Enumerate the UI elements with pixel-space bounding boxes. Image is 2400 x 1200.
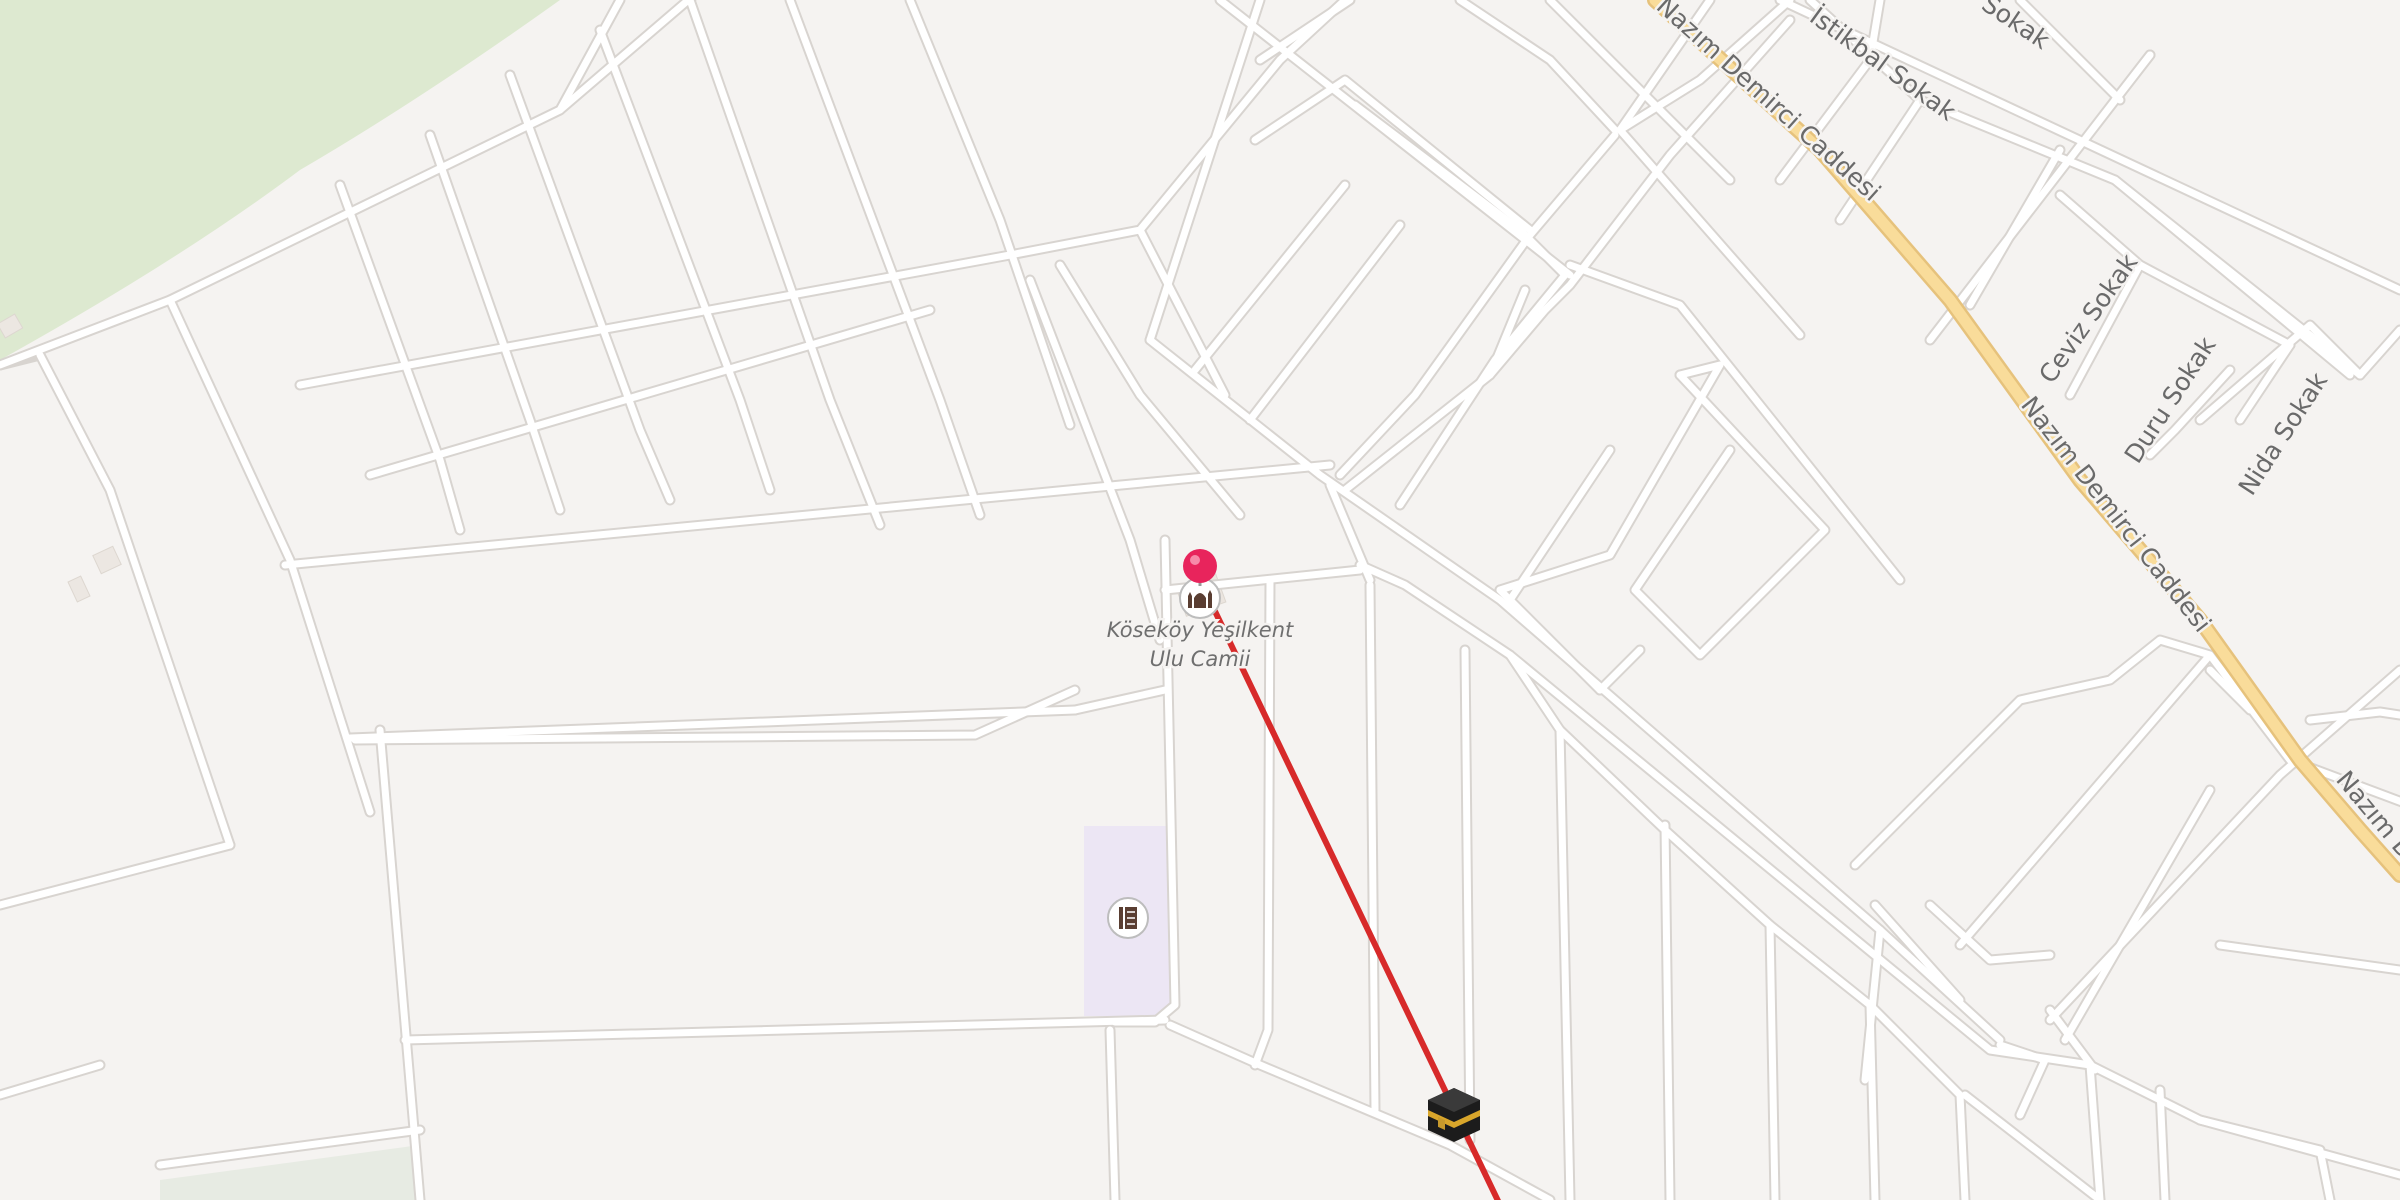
road-segment[interactable] [1661, 821, 1674, 1200]
poi-label-line2: Ulu Camii [1150, 647, 1251, 671]
road-segment[interactable] [2156, 1086, 2169, 1200]
school-icon[interactable] [1107, 897, 1149, 939]
map-view[interactable]: Nazım Demirci Caddesi Nazım Demirci Cadd… [0, 0, 2400, 1200]
road-segment[interactable] [1461, 646, 1474, 1144]
poi-label-line1: Köseköy Yeşilkent [1107, 618, 1294, 642]
road-segment[interactable] [1106, 1026, 1119, 1200]
road-segment[interactable] [1366, 581, 1379, 1114]
map-canvas[interactable]: Nazım Demirci Caddesi Nazım Demirci Cadd… [0, 0, 2400, 1200]
